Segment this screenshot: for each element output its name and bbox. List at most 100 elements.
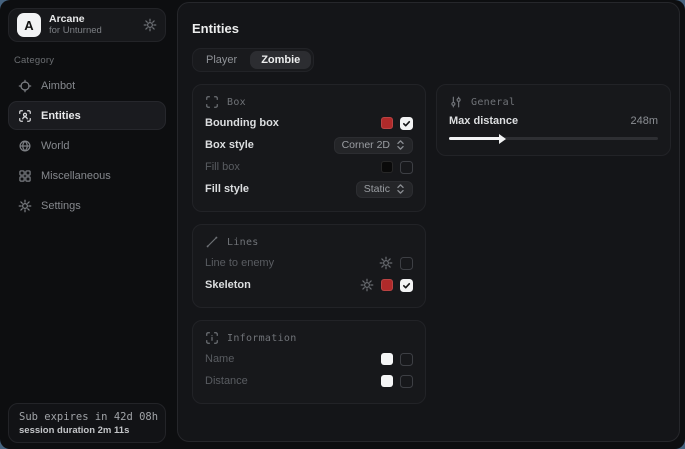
gear-icon [18,199,32,213]
app-meta: Arcane for Unturned [49,14,135,36]
sidebar-item-aimbot[interactable]: Aimbot [8,71,166,100]
fill-style-dropdown[interactable]: Static [356,181,413,198]
setting-row-distance: Distance [205,370,413,392]
row-controls: Corner 2D [334,137,413,154]
scan-person-icon [18,109,32,123]
bounding-box-checkbox[interactable] [400,117,413,130]
card-title: General [471,97,515,108]
sidebar-item-label: Entities [41,110,81,122]
setting-row-name: Name [205,348,413,370]
sidebar-item-label: Miscellaneous [41,170,111,182]
box-corners-icon [205,95,219,109]
app-logo: A [17,13,41,37]
distance-checkbox[interactable] [400,375,413,388]
card-header: Information [205,331,413,345]
row-controls [379,256,413,270]
setting-label: Box style [205,139,254,151]
slider-label: Max distance [449,115,518,127]
card-lines: Lines Line to enemy Skeleton [192,224,426,308]
card-header: Lines [205,235,413,249]
left-column: Box Bounding box Box style Corner 2D Fill bo… [192,84,426,404]
chevrons-up-down-icon [396,139,405,151]
bounding-box-color-swatch[interactable] [381,117,393,129]
card-box: Box Bounding box Box style Corner 2D Fill bo… [192,84,426,212]
dropdown-value: Static [364,183,390,195]
chevrons-up-down-icon [396,183,405,195]
sidebar-nav: Aimbot Entities World Miscellaneous Settings [8,71,166,220]
slider-value: 248m [630,115,658,127]
slider-fill [449,137,501,140]
app-header: A Arcane for Unturned [8,8,166,42]
card-general: General Max distance 248m [436,84,671,156]
card-information: Information Name Distance [192,320,426,404]
card-title: Information [227,333,297,344]
slider-thumb[interactable] [499,134,506,144]
row-controls [381,117,413,130]
arcane-window: A Arcane for Unturned Category Aimbot Ent… [0,0,685,449]
tab-zombie[interactable]: Zombie [250,51,311,69]
globe-icon [18,139,32,153]
tab-player[interactable]: Player [195,51,248,69]
dropdown-value: Corner 2D [342,139,390,151]
box-style-dropdown[interactable]: Corner 2D [334,137,413,154]
gear-icon[interactable] [143,18,157,32]
row-controls: Static [356,181,413,198]
app-name: Arcane [49,14,135,25]
setting-row-fill-box: Fill box [205,156,413,178]
setting-row-bounding-box: Bounding box [205,112,413,134]
line-to-enemy-checkbox[interactable] [400,257,413,270]
setting-label: Skeleton [205,279,251,291]
slider-row-max-distance: Max distance 248m [449,112,658,144]
gear-icon[interactable] [360,278,374,292]
skeleton-color-swatch[interactable] [381,279,393,291]
card-columns: Box Bounding box Box style Corner 2D Fill bo… [192,84,671,404]
page-title: Entities [192,21,671,36]
sub-expiry-text: Sub expires in 42d 08h [19,411,155,423]
row-controls [360,278,413,292]
grid-icon [18,169,32,183]
setting-row-box-style: Box style Corner 2D [205,134,413,156]
setting-label: Fill style [205,183,249,195]
setting-label: Distance [205,375,248,387]
info-scan-icon [205,331,219,345]
sidebar-item-entities[interactable]: Entities [8,101,166,130]
right-column: General Max distance 248m [436,84,671,156]
setting-label: Bounding box [205,117,279,129]
sidebar-item-label: Settings [41,200,81,212]
session-duration-text: session duration 2m 11s [19,425,155,436]
row-controls [381,353,413,366]
app-subtitle: for Unturned [49,26,135,36]
card-header: General [449,95,658,109]
gear-icon[interactable] [379,256,393,270]
skeleton-checkbox[interactable] [400,279,413,292]
line-icon [205,235,219,249]
fill-box-color-swatch[interactable] [381,161,393,173]
sidebar-item-world[interactable]: World [8,131,166,160]
setting-label: Line to enemy [205,257,274,269]
card-header: Box [205,95,413,109]
sidebar-item-miscellaneous[interactable]: Miscellaneous [8,161,166,190]
row-controls [381,161,413,174]
crosshair-icon [18,79,32,93]
sidebar: A Arcane for Unturned Category Aimbot Ent… [0,0,175,449]
name-checkbox[interactable] [400,353,413,366]
fill-box-checkbox[interactable] [400,161,413,174]
row-controls [381,375,413,388]
card-title: Box [227,97,246,108]
category-label: Category [14,55,54,66]
setting-row-fill-style: Fill style Static [205,178,413,200]
subscription-info: Sub expires in 42d 08h session duration … [8,403,166,443]
sidebar-item-label: Aimbot [41,80,75,92]
sliders-icon [449,95,463,109]
sidebar-item-settings[interactable]: Settings [8,191,166,220]
setting-label: Name [205,353,234,365]
distance-color-swatch[interactable] [381,375,393,387]
setting-row-skeleton: Skeleton [205,274,413,296]
setting-row-line-to-enemy: Line to enemy [205,252,413,274]
name-color-swatch[interactable] [381,353,393,365]
card-title: Lines [227,237,259,248]
entity-tabs: PlayerZombie [192,48,314,72]
setting-label: Fill box [205,161,240,173]
max-distance-slider[interactable] [449,132,658,144]
main-panel: Entities PlayerZombie BoxBounding boxBox… [177,2,680,442]
